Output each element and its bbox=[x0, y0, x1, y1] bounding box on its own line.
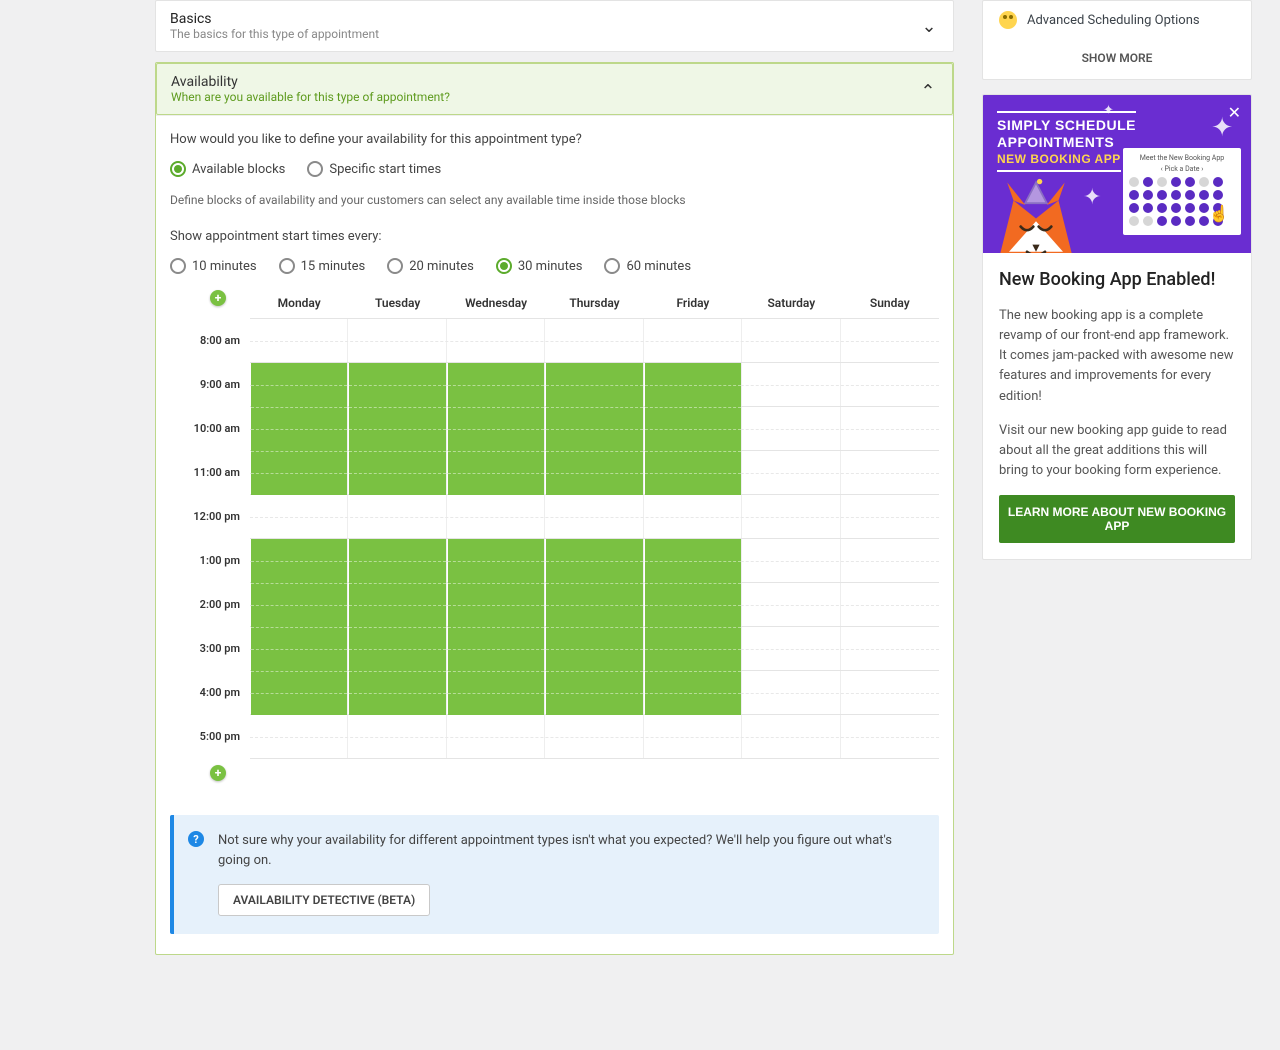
radio-label: 60 minutes bbox=[626, 259, 691, 274]
promo-card: ✕ ✦ ✦ ✦ SIMPLY SCHEDULE APPOINTMENTS NEW… bbox=[982, 94, 1252, 560]
radio-specific-start-times[interactable]: Specific start times bbox=[307, 161, 441, 177]
sidebar-item-label: Advanced Scheduling Options bbox=[1027, 13, 1200, 28]
sidebar-options-card: Advanced Scheduling Options SHOW MORE bbox=[982, 0, 1252, 80]
time-label: 1:00 pm bbox=[170, 538, 250, 582]
day-header-sun: Sunday bbox=[841, 290, 939, 316]
radio-20-minutes[interactable]: 20 minutes bbox=[387, 258, 474, 274]
time-label: 8:00 am bbox=[170, 318, 250, 362]
calendar-grid[interactable] bbox=[250, 318, 939, 759]
promo-p2: Visit our new booking app guide to read … bbox=[999, 421, 1235, 481]
interval-radios: 10 minutes 15 minutes 20 minutes 30 minu… bbox=[170, 258, 939, 274]
availability-block[interactable] bbox=[448, 539, 544, 715]
mini-calendar-illustration: Meet the New Booking App ‹ Pick a Date ›… bbox=[1123, 148, 1241, 235]
time-label: 4:00 pm bbox=[170, 670, 250, 714]
add-later-time-button[interactable]: + bbox=[210, 765, 226, 781]
radio-icon bbox=[496, 258, 512, 274]
time-label: 3:00 pm bbox=[170, 626, 250, 670]
basics-section[interactable]: Basics The basics for this type of appoi… bbox=[155, 0, 954, 52]
time-label: 9:00 am bbox=[170, 362, 250, 406]
radio-label: Available blocks bbox=[192, 162, 285, 177]
fox-icon bbox=[991, 169, 1081, 253]
basics-title: Basics bbox=[170, 11, 919, 27]
availability-block[interactable] bbox=[546, 363, 642, 495]
availability-block[interactable] bbox=[645, 363, 741, 495]
radio-30-minutes[interactable]: 30 minutes bbox=[496, 258, 583, 274]
promo-hero: ✕ ✦ ✦ ✦ SIMPLY SCHEDULE APPOINTMENTS NEW… bbox=[983, 95, 1251, 253]
basics-subtitle: The basics for this type of appointment bbox=[170, 27, 919, 41]
interval-label: Show appointment start times every: bbox=[170, 229, 939, 244]
availability-detective-banner: ? Not sure why your availability for dif… bbox=[170, 815, 939, 934]
mini-cal-title: Meet the New Booking App bbox=[1129, 154, 1235, 162]
radio-label: 10 minutes bbox=[192, 259, 257, 274]
time-label: 10:00 am bbox=[170, 406, 250, 450]
day-header-wed: Wednesday bbox=[447, 290, 545, 316]
radio-label: Specific start times bbox=[329, 162, 441, 177]
info-text: Not sure why your availability for diffe… bbox=[218, 831, 923, 870]
learn-more-button[interactable]: LEARN MORE ABOUT NEW BOOKING APP bbox=[999, 495, 1235, 543]
availability-block[interactable] bbox=[645, 539, 741, 715]
availability-section: Availability When are you available for … bbox=[155, 62, 954, 955]
availability-helper: Define blocks of availability and your c… bbox=[170, 193, 939, 207]
availability-calendar: + Monday Tuesday Wednesday Thursday Frid… bbox=[170, 290, 939, 781]
radio-label: 15 minutes bbox=[301, 259, 366, 274]
chevron-down-icon: ⌄ bbox=[919, 16, 939, 37]
pointer-hand-icon: ☝ bbox=[1209, 204, 1229, 223]
availability-detective-button[interactable]: AVAILABILITY DETECTIVE (BETA) bbox=[218, 884, 430, 916]
day-header-sat: Saturday bbox=[742, 290, 840, 316]
availability-prompt: How would you like to define your availa… bbox=[170, 132, 939, 147]
availability-block[interactable] bbox=[251, 363, 347, 495]
radio-icon bbox=[307, 161, 323, 177]
promo-line1: SIMPLY SCHEDULE bbox=[997, 111, 1136, 133]
availability-title: Availability bbox=[171, 74, 918, 90]
availability-block[interactable] bbox=[546, 539, 642, 715]
info-icon: ? bbox=[188, 831, 204, 847]
radio-icon bbox=[387, 258, 403, 274]
radio-label: 30 minutes bbox=[518, 259, 583, 274]
time-label: 11:00 am bbox=[170, 450, 250, 494]
promo-p1: The new booking app is a complete revamp… bbox=[999, 306, 1235, 407]
add-earlier-time-button[interactable]: + bbox=[210, 290, 226, 306]
mini-cal-pick: ‹ Pick a Date › bbox=[1129, 165, 1235, 173]
radio-icon bbox=[170, 258, 186, 274]
time-label: 5:00 pm bbox=[170, 714, 250, 758]
availability-mode-radios: Available blocks Specific start times bbox=[170, 161, 939, 177]
radio-icon bbox=[604, 258, 620, 274]
time-label: 2:00 pm bbox=[170, 582, 250, 626]
time-label: 12:00 pm bbox=[170, 494, 250, 538]
availability-block[interactable] bbox=[349, 539, 445, 715]
radio-15-minutes[interactable]: 15 minutes bbox=[279, 258, 366, 274]
availability-subtitle: When are you available for this type of … bbox=[171, 90, 918, 104]
availability-block[interactable] bbox=[251, 539, 347, 715]
radio-available-blocks[interactable]: Available blocks bbox=[170, 161, 285, 177]
day-header-fri: Friday bbox=[644, 290, 742, 316]
radio-icon bbox=[279, 258, 295, 274]
availability-header[interactable]: Availability When are you available for … bbox=[156, 63, 953, 115]
promo-title: New Booking App Enabled! bbox=[999, 269, 1235, 290]
radio-icon bbox=[170, 161, 186, 177]
show-more-button[interactable]: SHOW MORE bbox=[983, 39, 1251, 79]
day-header-thu: Thursday bbox=[545, 290, 643, 316]
sidebar-item-advanced-scheduling[interactable]: Advanced Scheduling Options bbox=[983, 1, 1251, 39]
availability-block[interactable] bbox=[349, 363, 445, 495]
radio-10-minutes[interactable]: 10 minutes bbox=[170, 258, 257, 274]
day-header-mon: Monday bbox=[250, 290, 348, 316]
radio-label: 20 minutes bbox=[409, 259, 474, 274]
chevron-up-icon: ⌄ bbox=[918, 79, 938, 100]
availability-block[interactable] bbox=[448, 363, 544, 495]
radio-60-minutes[interactable]: 60 minutes bbox=[604, 258, 691, 274]
emoji-icon bbox=[999, 11, 1017, 29]
day-header-tue: Tuesday bbox=[348, 290, 446, 316]
